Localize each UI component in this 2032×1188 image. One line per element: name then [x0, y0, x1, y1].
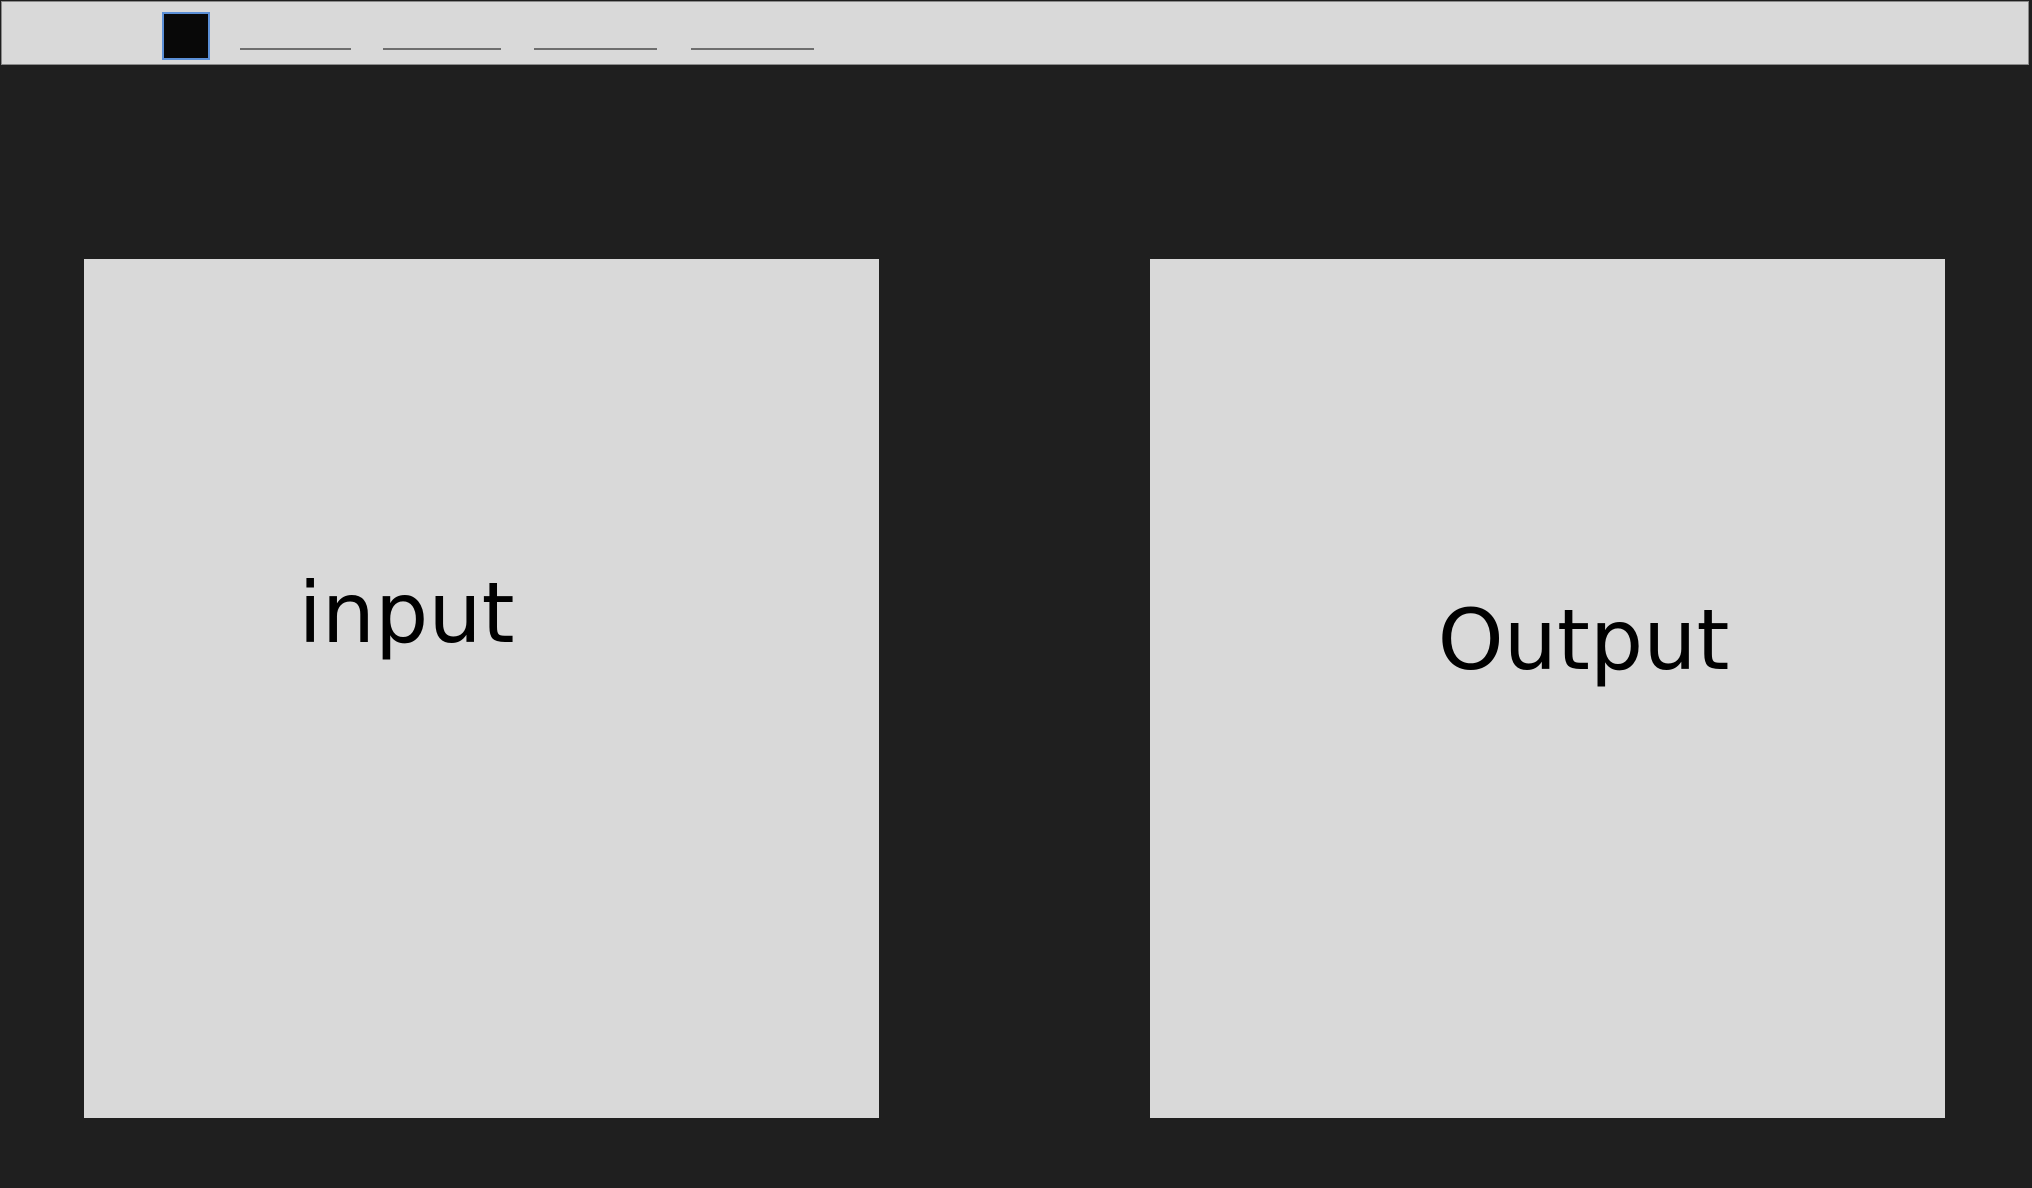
menu-item-2[interactable]: [383, 48, 501, 50]
output-panel[interactable]: Output: [1150, 259, 1945, 1118]
input-panel[interactable]: input: [84, 259, 879, 1118]
toolbar: [1, 1, 2029, 65]
color-swatch-button[interactable]: [162, 12, 210, 60]
output-panel-label: Output: [1437, 591, 1730, 689]
input-panel-label: input: [298, 564, 515, 662]
menu-item-1[interactable]: [240, 48, 351, 50]
menu-item-3[interactable]: [534, 48, 657, 50]
menu-item-4[interactable]: [691, 48, 814, 50]
